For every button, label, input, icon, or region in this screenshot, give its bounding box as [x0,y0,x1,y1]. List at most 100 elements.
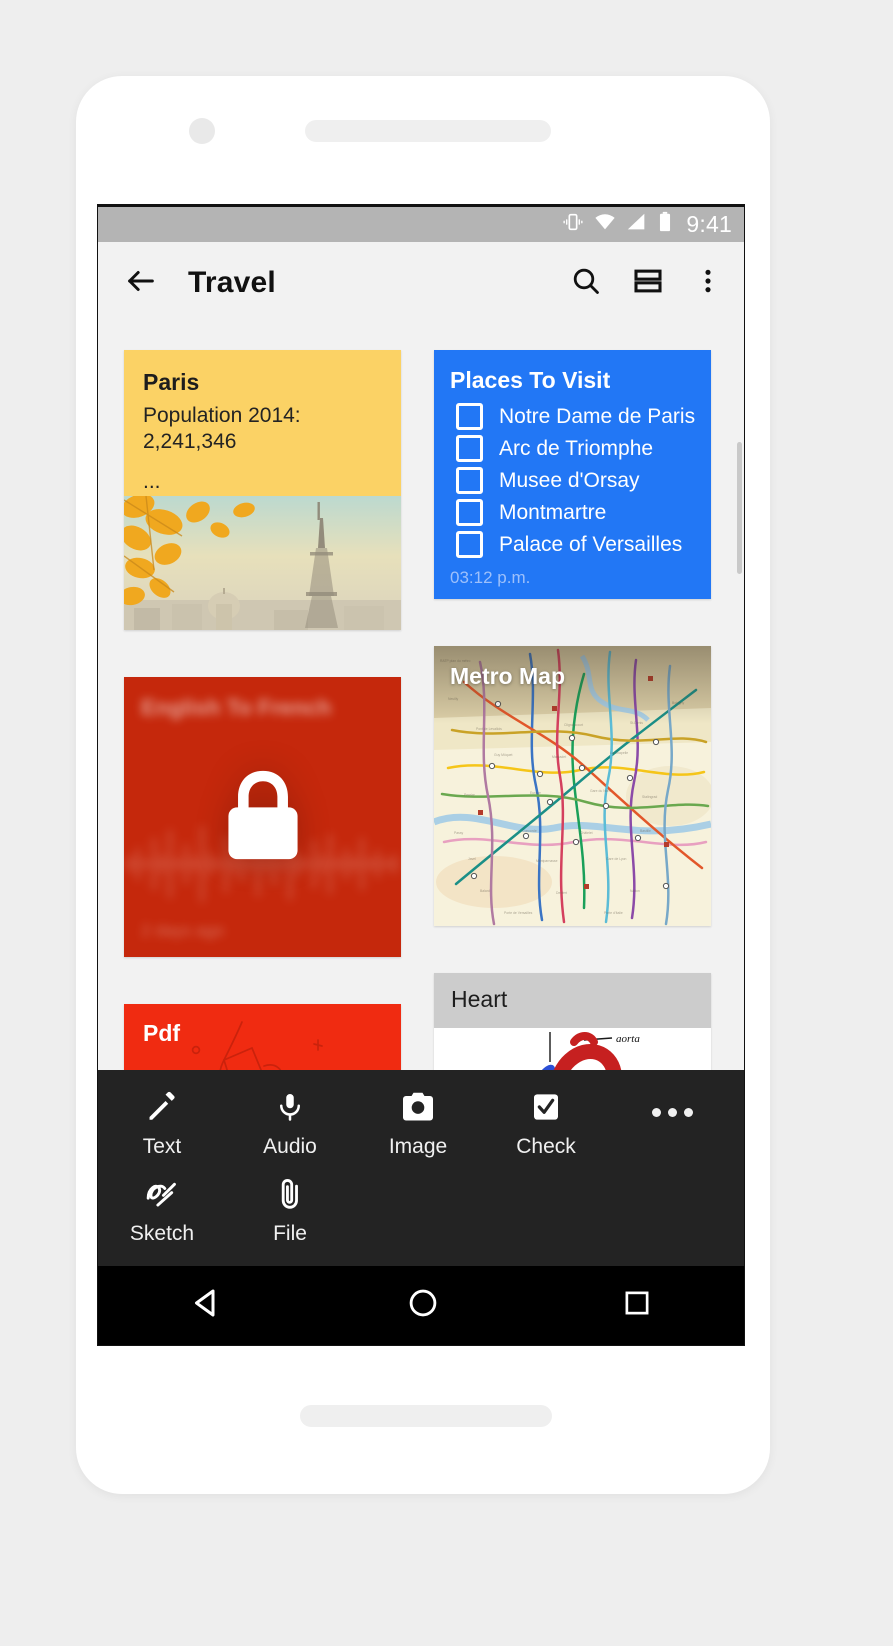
checklist-item[interactable]: Notre Dame de Paris [456,403,697,430]
battery-icon [657,211,673,238]
checklist-item-label: Montmartre [499,500,607,524]
camera-icon [400,1086,436,1128]
lock-icon [220,767,306,868]
app-bar: Travel [98,242,744,324]
status-bar: 9:41 [98,207,744,242]
notes-column-right: Places To Visit Notre Dame de Paris Arc … [434,350,711,1179]
svg-text:Denfert: Denfert [556,891,567,895]
audio-note-date: 2 days ago [141,921,225,940]
svg-text:La Chapelle: La Chapelle [610,751,628,755]
svg-text:Gare de Lyon: Gare de Lyon [606,857,627,861]
search-icon[interactable] [570,265,602,302]
svg-text:Passy: Passy [454,831,464,835]
checklist-item[interactable]: Montmartre [456,499,697,526]
pdf-note-title: Pdf [143,1020,181,1046]
more-horizontal-icon[interactable] [652,1108,693,1117]
create-check-note-label: Check [516,1135,576,1158]
scribble-icon [144,1173,180,1215]
create-check-note-button[interactable]: Check [482,1086,610,1159]
wifi-icon [593,211,617,238]
paris-note-text: Population 2014: 2,241,346 [143,404,301,454]
checklist-item-label: Palace of Versailles [499,532,683,556]
paperclip-icon [276,1173,304,1215]
nav-home-circle-icon[interactable] [406,1286,440,1325]
overflow-menu-icon[interactable] [694,265,722,302]
microphone-icon [275,1086,305,1128]
svg-text:Guy Môquet: Guy Môquet [494,753,513,757]
create-sketch-note-button[interactable]: Sketch [98,1173,226,1246]
checkbox-icon[interactable] [456,499,483,526]
audio-note-title: English To French [141,695,332,720]
checklist-item[interactable]: Musee d'Orsay [456,467,697,494]
metro-note-title: Metro Map [450,663,565,689]
note-card-metro-map[interactable]: RATP plan du métro Guy MôquetMarcadet La… [434,646,711,926]
paris-note-ellipsis: ... [143,469,161,493]
eiffel-tower-photo [124,496,401,630]
earpiece-speaker [305,120,551,142]
create-audio-note-label: Audio [263,1135,317,1158]
back-arrow-icon[interactable] [124,264,158,303]
paris-note-body: Paris Population 2014: 2,241,346 ... [124,350,401,496]
svg-text:Montparnasse: Montparnasse [536,859,558,863]
svg-text:Balard: Balard [480,889,490,893]
status-time: 9:41 [686,211,732,237]
attach-file-label: File [273,1222,307,1245]
vertical-scrollbar[interactable] [737,442,742,574]
create-image-note-label: Image [388,1135,448,1158]
heart-note-title: Heart [451,986,508,1012]
notes-grid: Paris Population 2014: 2,241,346 ... Eng… [98,324,744,1179]
notes-column-left: Paris Population 2014: 2,241,346 ... Eng… [124,350,401,1179]
svg-text:Marcadet: Marcadet [552,755,566,759]
create-note-bottom-sheet: Text Audio Image Check Sketch File [98,1070,744,1266]
attach-file-button[interactable]: File [226,1173,354,1246]
nav-recents-square-icon[interactable] [621,1287,653,1324]
checklist-item-label: Arc de Triomphe [499,436,654,460]
svg-text:Javel: Javel [468,857,476,861]
checkbox-icon[interactable] [456,531,483,558]
android-navigation-bar [98,1266,744,1345]
nav-back-triangle-icon[interactable] [189,1285,225,1326]
svg-text:Nation: Nation [630,889,640,893]
note-card-paris[interactable]: Paris Population 2014: 2,241,346 ... [124,350,401,630]
places-note-title: Places To Visit [450,367,611,393]
create-audio-note-button[interactable]: Audio [226,1086,354,1159]
signal-icon [626,211,648,238]
bottom-sheet-row-2: Sketch File [98,1173,744,1246]
checkbox-icon[interactable] [456,467,483,494]
list-view-icon[interactable] [632,265,664,302]
svg-text:Porte de Versailles: Porte de Versailles [504,911,533,915]
svg-text:Stalingrad: Stalingrad [642,795,657,799]
checklist-item[interactable]: Arc de Triomphe [456,435,697,462]
svg-text:Pereire: Pereire [464,793,475,797]
create-sketch-note-label: Sketch [129,1222,195,1245]
create-text-note-label: Text [142,1135,182,1158]
vibrate-icon [562,211,584,238]
checkbox-icon[interactable] [456,435,483,462]
note-card-places-to-visit[interactable]: Places To Visit Notre Dame de Paris Arc … [434,350,711,599]
page-title: Travel [188,266,276,299]
svg-text:Europe: Europe [530,791,541,795]
create-image-note-button[interactable]: Image [354,1086,482,1159]
create-text-note-button[interactable]: Text [98,1086,226,1159]
svg-text:aorta: aorta [616,1033,640,1045]
front-camera [189,118,215,144]
checkbox-icon [530,1086,562,1128]
paris-note-title: Paris [143,369,200,395]
checkbox-icon[interactable] [456,403,483,430]
heart-note-header: Heart [434,973,711,1028]
phone-screen: 9:41 Travel Paris Population 2014: 2,241… [97,204,745,1346]
svg-text:Châtelet: Châtelet [580,831,593,835]
checklist-item-label: Notre Dame de Paris [499,404,696,428]
note-card-audio-locked[interactable]: English To French 2 days ago [124,677,401,957]
svg-text:Bastille: Bastille [640,829,651,833]
svg-text:Porte d'Italie: Porte d'Italie [604,911,623,915]
svg-text:Pont de Levallois: Pont de Levallois [476,727,502,731]
places-note-timestamp: 03:12 p.m. [450,568,531,587]
bottom-sheet-row-1: Text Audio Image Check [98,1086,744,1159]
home-indicator-bar [300,1405,552,1427]
pencil-icon [145,1086,179,1128]
svg-text:Concorde: Concorde [522,829,537,833]
checklist-item[interactable]: Palace of Versailles [456,531,697,558]
checklist-item-label: Musee d'Orsay [499,468,640,492]
svg-text:Gare du Nord: Gare du Nord [590,789,611,793]
